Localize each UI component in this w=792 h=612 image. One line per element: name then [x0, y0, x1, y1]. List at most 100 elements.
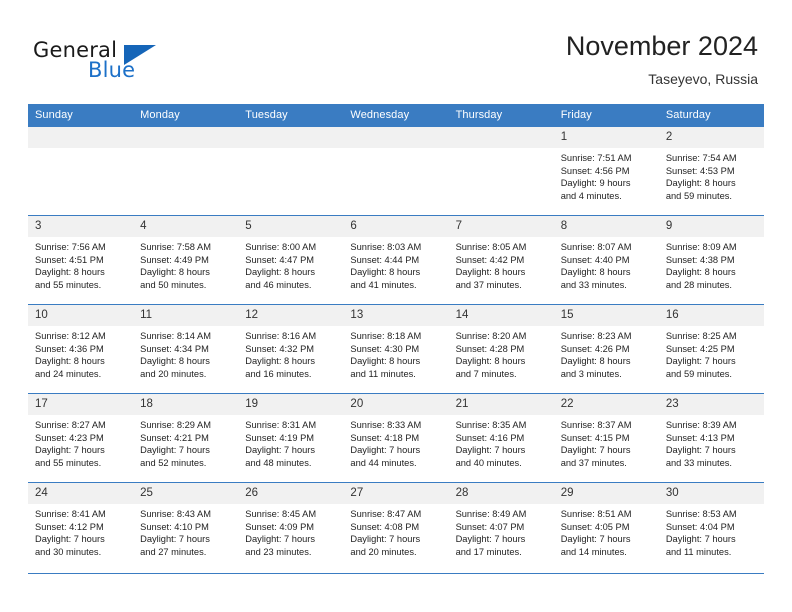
daylight-text-line1: Daylight: 8 hours — [560, 267, 631, 278]
sunset-text: Sunset: 4:25 PM — [665, 343, 735, 354]
daylight-text-line2: and 20 minutes. — [350, 546, 417, 557]
day-cell[interactable]: 14 Sunrise: 8:20 AM Sunset: 4:28 PM Dayligh… — [448, 304, 554, 394]
daylight-text-line1: Daylight: 7 hours — [665, 534, 736, 545]
weekday-header-saturday: Saturday — [658, 104, 764, 127]
daylight-text-line1: Daylight: 8 hours — [455, 356, 526, 367]
day-cell[interactable]: 9 Sunrise: 8:09 AM Sunset: 4:38 PM Daylight… — [658, 215, 764, 305]
day-cell[interactable]: 4 Sunrise: 7:58 AM Sunset: 4:49 PM Daylight… — [133, 215, 239, 305]
day-cell[interactable]: 7 Sunrise: 8:05 AM Sunset: 4:42 PM Daylight… — [448, 215, 554, 305]
calendar-week-row: 24 Sunrise: 8:41 AM Sunset: 4:12 PM Dayligh… — [28, 482, 764, 571]
sunset-text: Sunset: 4:36 PM — [35, 343, 104, 354]
day-cell[interactable]: 28 Sunrise: 8:49 AM Sunset: 4:07 PM Dayligh… — [448, 482, 554, 571]
day-details: Sunrise: 7:54 AM Sunset: 4:53 PM Daylight:… — [659, 148, 764, 202]
day-details: Sunrise: 8:41 AM Sunset: 4:12 PM Daylight:… — [28, 504, 133, 558]
sunrise-text: Sunrise: 8:18 AM — [350, 331, 422, 341]
day-details: Sunrise: 8:35 AM Sunset: 4:16 PM Daylight:… — [449, 415, 554, 469]
sunset-text: Sunset: 4:18 PM — [350, 432, 420, 443]
weekday-header-thursday: Thursday — [448, 104, 554, 127]
day-number: 13 — [343, 305, 449, 326]
day-cell[interactable]: 20 Sunrise: 8:33 AM Sunset: 4:18 PM Dayligh… — [343, 393, 449, 483]
day-number: 4 — [133, 216, 239, 237]
day-number: 6 — [343, 216, 449, 237]
day-cell[interactable]: 26 Sunrise: 8:45 AM Sunset: 4:09 PM Dayligh… — [238, 482, 344, 571]
sunset-text: Sunset: 4:44 PM — [350, 254, 420, 265]
day-details: Sunrise: 8:25 AM Sunset: 4:25 PM Daylight:… — [659, 326, 764, 380]
day-cell[interactable]: 1 Sunrise: 7:51 AM Sunset: 4:56 PM Daylight… — [553, 126, 659, 216]
day-number: 23 — [658, 394, 764, 415]
day-cell[interactable]: 25 Sunrise: 8:43 AM Sunset: 4:10 PM Dayligh… — [133, 482, 239, 571]
daylight-text-line2: and 27 minutes. — [140, 546, 207, 557]
day-number: 5 — [238, 216, 344, 237]
daylight-text-line2: and 17 minutes. — [455, 546, 522, 557]
day-cell[interactable] — [28, 126, 134, 216]
calendar-week-row: 10 Sunrise: 8:12 AM Sunset: 4:36 PM Dayligh… — [28, 304, 764, 394]
day-cell[interactable]: 27 Sunrise: 8:47 AM Sunset: 4:08 PM Dayligh… — [343, 482, 449, 571]
day-cell[interactable]: 19 Sunrise: 8:31 AM Sunset: 4:19 PM Dayligh… — [238, 393, 344, 483]
sunset-text: Sunset: 4:34 PM — [140, 343, 209, 354]
day-cell[interactable]: 13 Sunrise: 8:18 AM Sunset: 4:30 PM Dayligh… — [343, 304, 449, 394]
page-header: General Blue November 2024 Taseyevo, Rus… — [0, 0, 792, 100]
day-cell[interactable]: 15 Sunrise: 8:23 AM Sunset: 4:26 PM Dayligh… — [553, 304, 659, 394]
day-details: Sunrise: 8:53 AM Sunset: 4:04 PM Daylight:… — [659, 504, 764, 558]
day-cell[interactable]: 2 Sunrise: 7:54 AM Sunset: 4:53 PM Daylight… — [658, 126, 764, 216]
daylight-text-line2: and 20 minutes. — [140, 368, 207, 379]
day-cell[interactable]: 6 Sunrise: 8:03 AM Sunset: 4:44 PM Daylight… — [343, 215, 449, 305]
day-details: Sunrise: 8:05 AM Sunset: 4:42 PM Daylight:… — [449, 237, 554, 291]
day-details: Sunrise: 8:03 AM Sunset: 4:44 PM Daylight:… — [343, 237, 448, 291]
sunrise-text: Sunrise: 8:14 AM — [140, 331, 211, 341]
day-number: 7 — [448, 216, 554, 237]
day-details: Sunrise: 8:31 AM Sunset: 4:19 PM Daylight:… — [238, 415, 343, 469]
daylight-text-line2: and 16 minutes. — [245, 368, 312, 379]
day-details: Sunrise: 8:37 AM Sunset: 4:15 PM Daylight:… — [554, 415, 659, 469]
day-cell[interactable]: 11 Sunrise: 8:14 AM Sunset: 4:34 PM Dayligh… — [133, 304, 239, 394]
daylight-text-line2: and 37 minutes. — [455, 279, 522, 290]
sunset-text: Sunset: 4:16 PM — [455, 432, 525, 443]
day-cell[interactable]: 29 Sunrise: 8:51 AM Sunset: 4:05 PM Dayligh… — [553, 482, 659, 571]
day-cell[interactable] — [448, 126, 554, 216]
day-cell[interactable]: 17 Sunrise: 8:27 AM Sunset: 4:23 PM Dayligh… — [28, 393, 134, 483]
day-details: Sunrise: 7:56 AM Sunset: 4:51 PM Daylight:… — [28, 237, 133, 291]
day-details: Sunrise: 8:49 AM Sunset: 4:07 PM Daylight:… — [449, 504, 554, 558]
sunset-text: Sunset: 4:09 PM — [245, 521, 315, 532]
daylight-text-line2: and 23 minutes. — [245, 546, 312, 557]
day-cell[interactable]: 5 Sunrise: 8:00 AM Sunset: 4:47 PM Daylight… — [238, 215, 344, 305]
sunset-text: Sunset: 4:47 PM — [245, 254, 315, 265]
sunset-text: Sunset: 4:19 PM — [245, 432, 315, 443]
day-cell[interactable] — [343, 126, 449, 216]
logo-text-blue: Blue — [88, 58, 136, 82]
day-cell[interactable]: 8 Sunrise: 8:07 AM Sunset: 4:40 PM Daylight… — [553, 215, 659, 305]
day-cell[interactable]: 30 Sunrise: 8:53 AM Sunset: 4:04 PM Dayligh… — [658, 482, 764, 571]
day-cell[interactable]: 3 Sunrise: 7:56 AM Sunset: 4:51 PM Daylight… — [28, 215, 134, 305]
daylight-text-line1: Daylight: 7 hours — [350, 534, 421, 545]
day-cell[interactable]: 23 Sunrise: 8:39 AM Sunset: 4:13 PM Dayligh… — [658, 393, 764, 483]
sunset-text: Sunset: 4:12 PM — [35, 521, 104, 532]
day-details: Sunrise: 7:51 AM Sunset: 4:56 PM Daylight:… — [554, 148, 659, 202]
daylight-text-line1: Daylight: 8 hours — [35, 356, 105, 367]
sunrise-text: Sunrise: 8:00 AM — [245, 242, 317, 252]
day-number: 28 — [448, 483, 554, 504]
daylight-text-line2: and 37 minutes. — [560, 457, 627, 468]
day-cell[interactable]: 21 Sunrise: 8:35 AM Sunset: 4:16 PM Dayligh… — [448, 393, 554, 483]
day-cell[interactable]: 22 Sunrise: 8:37 AM Sunset: 4:15 PM Dayligh… — [553, 393, 659, 483]
daylight-text-line1: Daylight: 8 hours — [245, 267, 316, 278]
sunrise-text: Sunrise: 8:05 AM — [455, 242, 527, 252]
day-number: 20 — [343, 394, 449, 415]
daylight-text-line1: Daylight: 8 hours — [560, 356, 631, 367]
day-cell[interactable]: 24 Sunrise: 8:41 AM Sunset: 4:12 PM Dayligh… — [28, 482, 134, 571]
day-details: Sunrise: 8:39 AM Sunset: 4:13 PM Daylight:… — [659, 415, 764, 469]
daylight-text-line1: Daylight: 7 hours — [560, 534, 631, 545]
sunrise-text: Sunrise: 7:56 AM — [35, 242, 106, 252]
daylight-text-line1: Daylight: 8 hours — [140, 356, 210, 367]
sunrise-text: Sunrise: 8:25 AM — [665, 331, 737, 341]
day-cell[interactable] — [238, 126, 344, 216]
day-number: 27 — [343, 483, 449, 504]
day-cell[interactable]: 18 Sunrise: 8:29 AM Sunset: 4:21 PM Dayligh… — [133, 393, 239, 483]
daylight-text-line2: and 11 minutes. — [665, 546, 732, 557]
general-blue-logo[interactable]: General Blue — [33, 38, 213, 86]
day-cell[interactable]: 16 Sunrise: 8:25 AM Sunset: 4:25 PM Dayligh… — [658, 304, 764, 394]
sunrise-text: Sunrise: 8:31 AM — [245, 420, 317, 430]
day-cell[interactable]: 10 Sunrise: 8:12 AM Sunset: 4:36 PM Dayligh… — [28, 304, 134, 394]
day-cell[interactable]: 12 Sunrise: 8:16 AM Sunset: 4:32 PM Dayligh… — [238, 304, 344, 394]
day-cell[interactable] — [133, 126, 239, 216]
weekday-header-tuesday: Tuesday — [238, 104, 344, 127]
